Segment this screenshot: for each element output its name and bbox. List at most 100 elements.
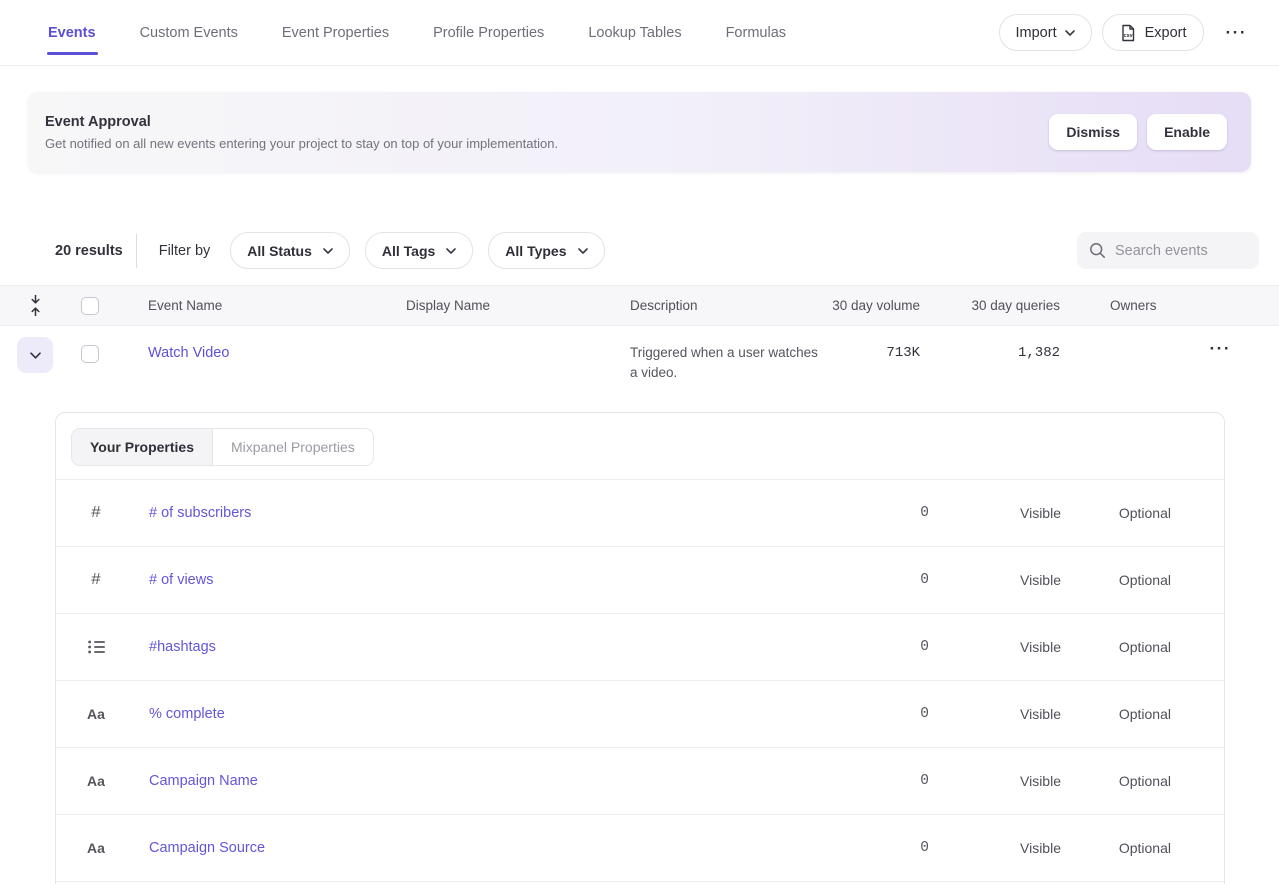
select-all-checkbox[interactable] [81, 297, 99, 315]
chevron-down-icon [323, 248, 333, 254]
row-overflow-menu-button[interactable]: ··· [1206, 339, 1235, 358]
properties-panel-header: Your Properties Mixpanel Properties [56, 413, 1224, 480]
properties-tabs: Your Properties Mixpanel Properties [71, 428, 374, 466]
tags-filter-dropdown[interactable]: All Tags [365, 232, 473, 269]
chevron-down-icon [1065, 30, 1075, 36]
column-event-name: Event Name [148, 298, 406, 313]
export-button-label: Export [1145, 25, 1187, 41]
chevron-down-icon [446, 248, 456, 254]
property-row: # # of views 0 Visible Optional [56, 547, 1224, 614]
property-visibility: Visible [929, 572, 1061, 588]
import-button[interactable]: Import [999, 14, 1092, 51]
text-icon: Aa [84, 773, 108, 789]
types-filter-dropdown[interactable]: All Types [488, 232, 604, 269]
banner-actions: Dismiss Enable [1049, 114, 1227, 150]
property-visibility: Visible [929, 840, 1061, 856]
search-box [1077, 232, 1259, 269]
chevron-down-icon [30, 352, 41, 359]
event-30-day-queries: 1,382 [920, 345, 1060, 361]
property-requirement: Optional [1061, 706, 1171, 722]
property-count: 0 [889, 706, 929, 722]
event-name-link[interactable]: Watch Video [148, 345, 406, 361]
property-requirement: Optional [1061, 572, 1171, 588]
property-name-link[interactable]: % complete [149, 706, 889, 722]
property-count: 0 [889, 773, 929, 789]
property-name-link[interactable]: #hashtags [149, 639, 889, 655]
number-icon: # [84, 504, 108, 523]
text-icon: Aa [84, 840, 108, 856]
chevron-down-icon [578, 248, 588, 254]
property-visibility: Visible [929, 773, 1061, 789]
list-icon [84, 640, 108, 654]
tab-profile-properties[interactable]: Profile Properties [433, 0, 544, 65]
column-30-day-queries: 30 day queries [920, 298, 1060, 313]
property-row: Aa Campaign Name 0 Visible Optional [56, 748, 1224, 815]
tab-event-properties[interactable]: Event Properties [282, 0, 389, 65]
property-name-link[interactable]: Campaign Source [149, 840, 889, 856]
nav-tabs: Events Custom Events Event Properties Pr… [48, 0, 786, 65]
property-name-link[interactable]: # of subscribers [149, 505, 889, 521]
column-display-name: Display Name [406, 298, 630, 313]
overflow-menu-button[interactable]: ··· [1222, 24, 1251, 41]
tab-mixpanel-properties[interactable]: Mixpanel Properties [213, 429, 373, 465]
collapse-all-icon[interactable] [17, 293, 53, 318]
event-30-day-volume: 713K [820, 345, 920, 361]
filter-by-label: Filter by [159, 243, 211, 259]
property-requirement: Optional [1061, 505, 1171, 521]
top-nav: Events Custom Events Event Properties Pr… [0, 0, 1279, 66]
results-count: 20 results [55, 243, 123, 259]
property-count: 0 [889, 505, 929, 521]
number-icon: # [84, 571, 108, 590]
property-requirement: Optional [1061, 639, 1171, 655]
properties-panel: Your Properties Mixpanel Properties # # … [55, 412, 1225, 884]
event-approval-banner: Event Approval Get notified on all new e… [28, 92, 1251, 172]
row-checkbox[interactable] [81, 345, 99, 363]
divider [136, 234, 137, 268]
property-count: 0 [889, 840, 929, 856]
collapse-row-button[interactable] [17, 337, 53, 373]
event-description: Triggered when a user watches a video. [630, 343, 820, 383]
status-filter-dropdown[interactable]: All Status [230, 232, 350, 269]
column-owners: Owners [1110, 298, 1170, 313]
property-row: #hashtags 0 Visible Optional [56, 614, 1224, 681]
tab-lookup-tables[interactable]: Lookup Tables [588, 0, 681, 65]
dismiss-button[interactable]: Dismiss [1049, 114, 1137, 150]
csv-file-icon: csv [1119, 24, 1137, 42]
property-name-link[interactable]: Campaign Name [149, 773, 889, 789]
search-icon [1089, 242, 1106, 259]
column-30-day-volume: 30 day volume [820, 298, 920, 313]
types-filter-value: All Types [505, 243, 566, 259]
status-filter-value: All Status [247, 243, 312, 259]
banner-title: Event Approval [45, 114, 558, 130]
property-requirement: Optional [1061, 773, 1171, 789]
tags-filter-value: All Tags [382, 243, 435, 259]
column-description: Description [630, 298, 820, 313]
property-row: # # of subscribers 0 Visible Optional [56, 480, 1224, 547]
text-icon: Aa [84, 706, 108, 722]
banner-description: Get notified on all new events entering … [45, 136, 558, 151]
property-row: Aa Campaign Source 0 Visible Optional [56, 815, 1224, 882]
property-visibility: Visible [929, 505, 1061, 521]
property-requirement: Optional [1061, 840, 1171, 856]
export-button[interactable]: csv Export [1102, 14, 1204, 51]
property-count: 0 [889, 572, 929, 588]
property-name-link[interactable]: # of views [149, 572, 889, 588]
top-nav-actions: Import csv Export ··· [999, 14, 1252, 51]
property-visibility: Visible [929, 706, 1061, 722]
property-count: 0 [889, 639, 929, 655]
search-input[interactable] [1115, 243, 1247, 259]
property-row: Aa % complete 0 Visible Optional [56, 681, 1224, 748]
enable-button[interactable]: Enable [1147, 114, 1227, 150]
table-row-watch-video: Watch Video Triggered when a user watche… [0, 326, 1279, 412]
filter-toolbar: 20 results Filter by All Status All Tags… [55, 232, 1259, 269]
row-actions-cell: ··· [1170, 340, 1279, 359]
banner-text: Event Approval Get notified on all new e… [45, 114, 558, 151]
tab-events[interactable]: Events [48, 0, 96, 65]
expander-cell [17, 337, 53, 373]
tab-custom-events[interactable]: Custom Events [140, 0, 238, 65]
events-table-header: Event Name Display Name Description 30 d… [0, 285, 1279, 326]
tab-formulas[interactable]: Formulas [726, 0, 786, 65]
tab-your-properties[interactable]: Your Properties [72, 429, 213, 465]
svg-text:csv: csv [1123, 33, 1132, 39]
import-button-label: Import [1016, 25, 1057, 41]
